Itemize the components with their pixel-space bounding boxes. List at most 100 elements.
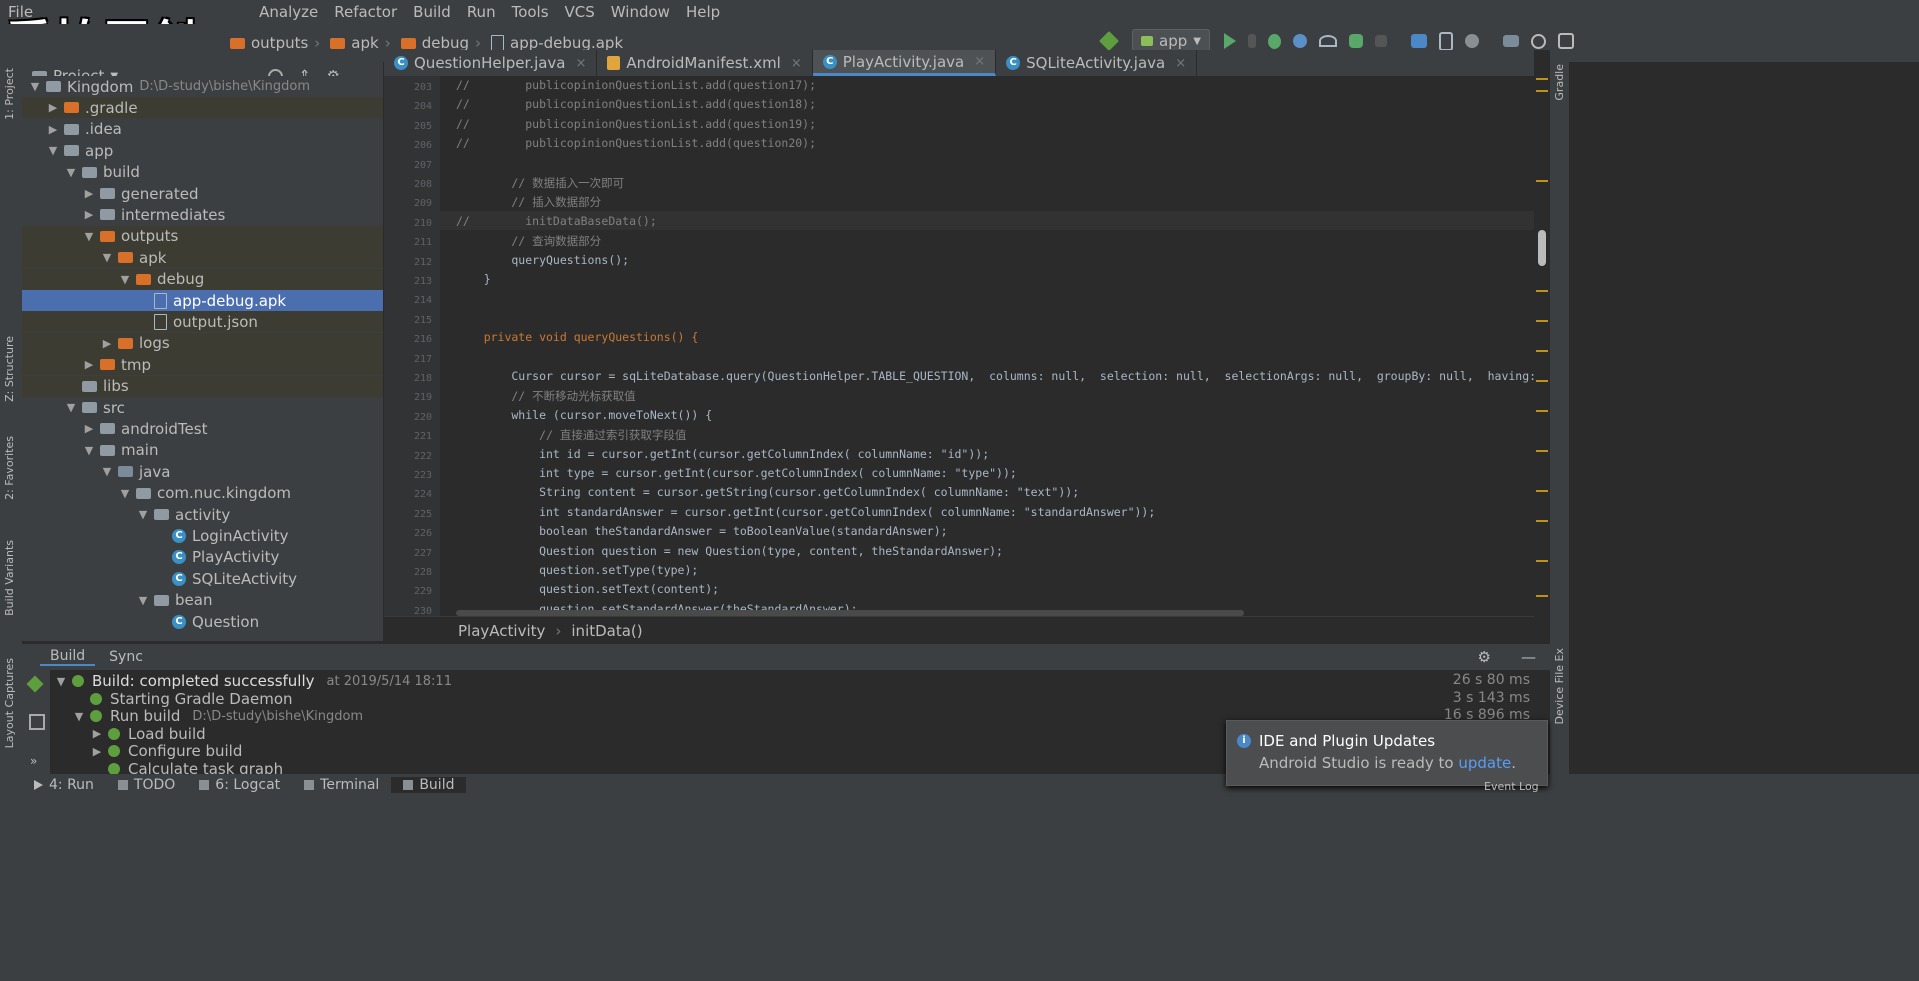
avd-manager-icon[interactable]: [1438, 31, 1453, 51]
stop-icon[interactable]: [1374, 35, 1387, 47]
menu-analyze[interactable]: Analyze: [251, 3, 326, 21]
warning-marker[interactable]: [1536, 380, 1548, 382]
make-project-icon[interactable]: [1099, 31, 1119, 51]
tree-item[interactable]: ▼ bean: [22, 590, 383, 611]
vertical-scrollbar-thumb[interactable]: [1538, 230, 1546, 266]
warning-marker[interactable]: [1536, 320, 1548, 322]
warning-marker[interactable]: [1536, 290, 1548, 292]
tree-item[interactable]: ▼ build: [22, 162, 383, 183]
menu-vcs[interactable]: VCS: [557, 3, 603, 21]
tree-item[interactable]: ▼ src: [22, 397, 383, 418]
tree-item[interactable]: ▶ .gradle: [22, 97, 383, 119]
editor-tab[interactable]: C SQLiteActivity.java ×: [996, 50, 1198, 76]
tab-build[interactable]: Build: [40, 648, 96, 666]
close-icon[interactable]: ×: [576, 56, 587, 71]
tree-item[interactable]: libs: [22, 375, 383, 397]
layout-icon[interactable]: [1557, 33, 1574, 49]
menu-run[interactable]: Run: [459, 3, 504, 21]
tree-item[interactable]: ▶ logs: [22, 332, 383, 354]
menu-refactor[interactable]: Refactor: [326, 3, 405, 21]
chevron-down-icon[interactable]: ▼: [28, 80, 42, 93]
menu-window[interactable]: Window: [603, 3, 678, 21]
tab-sync[interactable]: Sync: [109, 649, 143, 665]
tool-window-device-file-explorer[interactable]: Device File Ex: [1553, 648, 1566, 724]
warning-marker[interactable]: [1536, 180, 1548, 182]
warning-marker[interactable]: [1536, 520, 1548, 522]
expand-icon[interactable]: »: [30, 754, 37, 768]
chevron-down-icon[interactable]: ▼: [136, 508, 150, 521]
warning-marker[interactable]: [1536, 450, 1548, 452]
close-icon[interactable]: ×: [791, 56, 802, 71]
run-icon[interactable]: [1223, 33, 1236, 49]
attach-debugger-icon[interactable]: [1348, 34, 1363, 48]
tree-item[interactable]: app-debug.apk: [22, 290, 383, 311]
menu-build[interactable]: Build: [405, 3, 459, 21]
chevron-down-icon[interactable]: ▼: [64, 401, 78, 414]
chevron-down-icon[interactable]: ▼: [100, 251, 114, 264]
tree-item[interactable]: ▼ apk: [22, 247, 383, 269]
build-step[interactable]: ▶ Configure build: [90, 742, 243, 760]
chevron-right-icon[interactable]: ▶: [82, 208, 96, 221]
tree-item[interactable]: ▶ androidTest: [22, 418, 383, 439]
warning-marker[interactable]: [1536, 595, 1548, 597]
tree-item[interactable]: ▶ .idea: [22, 119, 383, 140]
tool-window-favorites[interactable]: 2: Favorites: [3, 436, 16, 500]
build-step[interactable]: ▼ Build: completed successfully at 2019/5/…: [54, 672, 452, 690]
chevron-down-icon[interactable]: ▼: [46, 144, 60, 157]
tree-item[interactable]: ▼ activity: [22, 504, 383, 525]
build-step[interactable]: Starting Gradle Daemon: [72, 690, 293, 708]
update-link[interactable]: update: [1458, 754, 1511, 772]
chevron-down-icon[interactable]: ▼: [64, 166, 78, 179]
close-icon[interactable]: ×: [1175, 56, 1186, 71]
chevron-down-icon[interactable]: ▼: [82, 230, 96, 243]
warning-marker[interactable]: [1536, 410, 1548, 412]
menu-tools[interactable]: Tools: [504, 3, 557, 21]
build-step[interactable]: ▼ Run build D:\D-study\bishe\Kingdom: [72, 707, 363, 725]
chevron-right-icon[interactable]: ▶: [46, 123, 60, 136]
debug-icon[interactable]: [1267, 33, 1281, 49]
event-log-button[interactable]: Event Log: [1484, 780, 1539, 793]
hide-panel-icon[interactable]: —: [1521, 648, 1536, 666]
tool-window-layout-captures[interactable]: Layout Captures: [3, 658, 16, 748]
editor-error-stripe[interactable]: [1534, 50, 1550, 650]
tree-item[interactable]: ▼ main: [22, 440, 383, 461]
close-icon[interactable]: ×: [974, 54, 985, 69]
tree-item[interactable]: ▼ com.nuc.kingdom: [22, 483, 383, 504]
tool-window-structure[interactable]: Z: Structure: [3, 336, 16, 402]
chevron-down-icon[interactable]: ▼: [82, 444, 96, 457]
editor-tab[interactable]: C PlayActivity.java ×: [812, 50, 997, 76]
breadcrumb-class[interactable]: PlayActivity: [458, 622, 545, 640]
tool-window-gradle[interactable]: Gradle: [1553, 64, 1566, 101]
tree-item[interactable]: C Question: [22, 611, 383, 632]
bottom-tab-build[interactable]: Build: [391, 777, 467, 793]
menu-help[interactable]: Help: [678, 3, 728, 21]
tree-item[interactable]: output.json: [22, 311, 383, 333]
tree-item[interactable]: ▼ outputs: [22, 225, 383, 247]
chevron-down-icon[interactable]: ▼: [118, 273, 132, 286]
chevron-down-icon[interactable]: ▼: [136, 594, 150, 607]
warning-marker[interactable]: [1536, 350, 1548, 352]
project-structure-icon[interactable]: [1502, 35, 1519, 47]
search-icon[interactable]: [1530, 33, 1546, 49]
toggle-view-icon[interactable]: [29, 714, 45, 730]
tree-item[interactable]: ▼ Kingdom D:\D-study\bishe\Kingdom: [22, 76, 383, 97]
sync-gradle-icon[interactable]: [1410, 34, 1427, 48]
tree-item[interactable]: ▼ java: [22, 461, 383, 482]
apply-changes-icon[interactable]: [1247, 34, 1256, 48]
chevron-down-icon[interactable]: ▼: [72, 710, 86, 723]
tree-item[interactable]: ▼ debug: [22, 268, 383, 290]
bottom-tab-todo[interactable]: TODO: [106, 777, 187, 793]
chevron-down-icon[interactable]: ▼: [100, 465, 114, 478]
chevron-right-icon[interactable]: ▶: [90, 727, 104, 740]
bottom-tab-logcat[interactable]: 6: Logcat: [187, 777, 292, 793]
warning-marker[interactable]: [1536, 560, 1548, 562]
editor-tab[interactable]: C QuestionHelper.java ×: [384, 50, 598, 76]
profile-icon[interactable]: [1292, 34, 1307, 48]
chevron-right-icon[interactable]: ▶: [82, 422, 96, 435]
tree-item[interactable]: ▼ app: [22, 140, 383, 161]
tree-item[interactable]: C SQLiteActivity: [22, 568, 383, 589]
sdk-manager-icon[interactable]: [1464, 34, 1479, 48]
tree-item[interactable]: ▶ tmp: [22, 354, 383, 376]
tree-item[interactable]: ▶ intermediates: [22, 204, 383, 225]
code-editor[interactable]: // publicopinionQuestionList.add(questio…: [440, 76, 1534, 616]
